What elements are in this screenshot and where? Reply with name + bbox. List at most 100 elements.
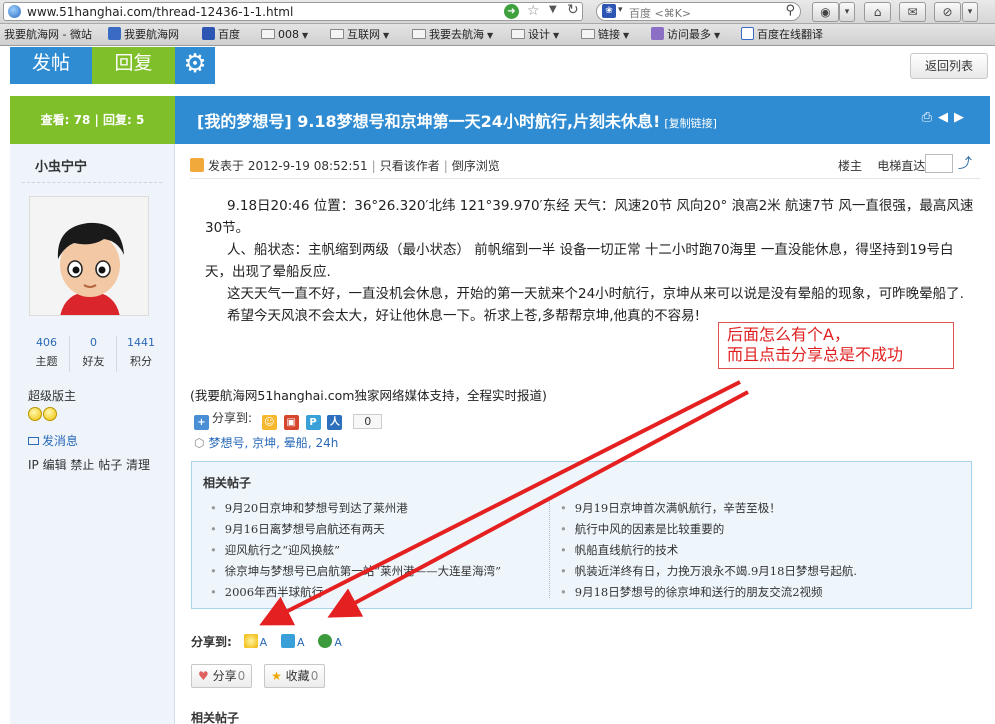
elevator-go-icon[interactable]: ⤴ [958,153,972,173]
related-threads: 相关帖子 9月20日京坤和梦想号到达了莱州港 9月16日离梦想号启航还有两天 迎… [191,461,972,609]
star-icon[interactable]: ☆ [527,3,540,19]
home-icon[interactable]: ⌂ [864,2,891,22]
reply-button[interactable]: 回复 [92,47,175,84]
chevron-down-icon[interactable]: ▾ [962,2,978,22]
tag-icon: ⬡ [194,436,205,450]
person-icon[interactable]: 人 [327,415,343,430]
elevator-input[interactable] [925,154,953,173]
bookmark-label: 我要航海网 - 微站 [4,28,92,41]
tag-link[interactable]: 梦想号 [208,436,244,450]
prev-arrow-icon[interactable]: ◀ [938,110,954,125]
tag-link[interactable]: 京坤 [252,436,276,450]
weibo-icon[interactable] [243,634,258,648]
list-item[interactable]: 徐京坤与梦想号已启航第一站“莱州港——大连星海湾” [210,561,560,582]
user-role: 超级版主 [28,389,77,403]
bookmark-folder[interactable]: 设计 ▼ [511,27,559,43]
admin-links[interactable]: IP 编辑 禁止 帖子 清理 [28,456,150,473]
search-icon[interactable]: ⚲ [785,3,795,18]
go-icon[interactable]: ➜ [504,4,519,19]
reload-icon[interactable]: ↻ [567,2,579,18]
favorite-button-count: 0 [310,669,319,683]
weibo-icon[interactable]: ☺ [261,415,277,430]
bookmark-folder[interactable]: 008 ▼ [261,27,308,43]
list-item[interactable]: 9月20日京坤和梦想号到达了莱州港 [210,498,560,519]
browser-toolbar: www.51hanghai.com/thread-12436-1-1.html … [0,0,995,24]
author-only-link[interactable]: 只看该作者 [380,159,440,173]
floor-label: 楼主 [838,159,863,173]
mail-icon[interactable]: ✉ [899,2,926,22]
reverse-order-link[interactable]: 倒序浏览 [452,159,500,173]
tag-link[interactable]: 24h [315,436,338,450]
chevron-down-icon: ▼ [383,31,390,40]
list-item[interactable]: 9月18日梦想号的徐京坤和送行的朋友交流2视频 [560,582,899,603]
copy-link[interactable]: [复制链接] [664,117,717,130]
gear-icon[interactable]: ⚙ [175,47,215,84]
author-name[interactable]: 小虫宁宁 [35,156,87,175]
bookmark-folder[interactable]: 访问最多 ▼ [651,27,720,43]
clover-icon[interactable] [318,634,333,648]
stat-points[interactable]: 1441 积分 [118,336,164,372]
url-text[interactable]: www.51hanghai.com/thread-12436-1-1.html [27,5,293,19]
author-sidebar: 小虫宁宁 406 主题 0 好友 1441 积分 超级版主 发消息 IP 编辑 … [10,144,175,724]
heart-icon: ♥ [198,669,209,683]
bookmark-folder[interactable]: 互联网 ▼ [330,27,389,43]
share-plus-icon[interactable]: + [194,415,209,430]
related-heading: 相关帖子 [203,476,252,490]
globe-icon [8,5,21,18]
stat-friends[interactable]: 0 好友 [71,336,117,372]
send-message-link[interactable]: 发消息 [28,432,78,449]
block-icon[interactable]: ⊘ [934,2,961,22]
address-bar[interactable]: www.51hanghai.com/thread-12436-1-1.html … [3,2,583,21]
search-input[interactable]: ❀ ▾ 百度 <⌘K> ⚲ [596,2,801,21]
baidu-paw-icon[interactable]: ❀ [602,4,616,18]
list-item[interactable]: 迎风航行之“迎风换舷” [210,540,560,561]
bookmark-folder[interactable]: 我要去航海 ▼ [412,27,493,43]
chevron-down-icon[interactable]: ▾ [618,5,623,15]
favorite-button[interactable]: ★ 收藏0 [264,664,326,688]
person-icon[interactable]: ◉ [812,2,839,22]
share-button[interactable]: ♥ 分享0 [191,664,253,688]
folder-icon [412,29,426,39]
avatar[interactable] [29,196,149,316]
bookmark-item[interactable]: 我要航海网 - 微站 [4,27,92,43]
tag-link[interactable]: 晕船 [284,436,308,450]
bookmark-item[interactable]: 百度在线翻译 [741,27,823,43]
chevron-down-icon[interactable]: ▾ [839,2,855,22]
chevron-down-icon[interactable]: ▼ [549,4,557,15]
action-buttons: ♥ 分享0 ★ 收藏0 [191,664,333,688]
print-icon[interactable]: ⎙ [922,110,938,125]
renren-icon[interactable]: ▣ [283,415,299,430]
bookmark-item[interactable]: 我要航海网 [108,27,179,43]
thread-title-bar: [我的梦想号] 9.18梦想号和京坤第一天24小时航行,片刻未休息! [复制链接]… [175,96,990,144]
post-paragraph: 人、船状态：主帆缩到两级（最小状态） 前帆缩到一半 设备一切正常 十二小时跑70… [205,242,954,280]
bookmark-folder[interactable]: 链接 ▼ [581,27,629,43]
post-meta: 发表于 2012-9-19 08:52:51 | 只看该作者 | 倒序浏览 [190,157,500,174]
bookmark-label: 我要航海网 [124,28,179,41]
list-item[interactable]: 2006年西半球航行 [210,582,560,603]
post-paragraph: 这天天气一直不好，一直没机会休息，开始的第一天就来个24小时航行，京坤从来可以说… [227,286,964,302]
share-label: 分享到: [212,411,253,425]
bookmark-label: 百度 [218,28,240,41]
share-link-a[interactable]: A [260,636,268,649]
divider [190,178,980,179]
avatar-illustration [30,197,148,315]
share-link-a[interactable]: A [297,636,305,649]
list-item[interactable]: 帆装近洋终有日，力挽万浪永不竭.9月18日梦想号起航. [560,561,899,582]
chevron-down-icon: ▼ [302,31,309,40]
qzone-icon[interactable] [281,634,295,648]
qzone-icon[interactable]: P [305,415,321,430]
bookmark-item[interactable]: 百度 [202,27,240,43]
list-item[interactable]: 9月16日离梦想号启航还有两天 [210,519,560,540]
stat-topics[interactable]: 406 主题 [24,336,70,372]
share-link-a[interactable]: A [334,636,342,649]
back-to-list-button[interactable]: 返回列表 [910,53,988,79]
list-item[interactable]: 帆船直线航行的技术 [560,540,899,561]
next-arrow-icon[interactable]: ▶ [954,110,970,125]
stat-value: 0 [90,336,97,349]
search-placeholder: 百度 <⌘K> [629,7,692,20]
annotation-callout: 后面怎么有个A， 而且点击分享总是不成功 [718,322,954,369]
list-item[interactable]: 9月19日京坤首次满帆航行，辛苦至极！ [560,498,899,519]
list-item[interactable]: 航行中风的因素是比较重要的 [560,519,899,540]
new-post-button[interactable]: 发帖 [10,47,92,84]
chevron-down-icon: ▼ [487,31,494,40]
